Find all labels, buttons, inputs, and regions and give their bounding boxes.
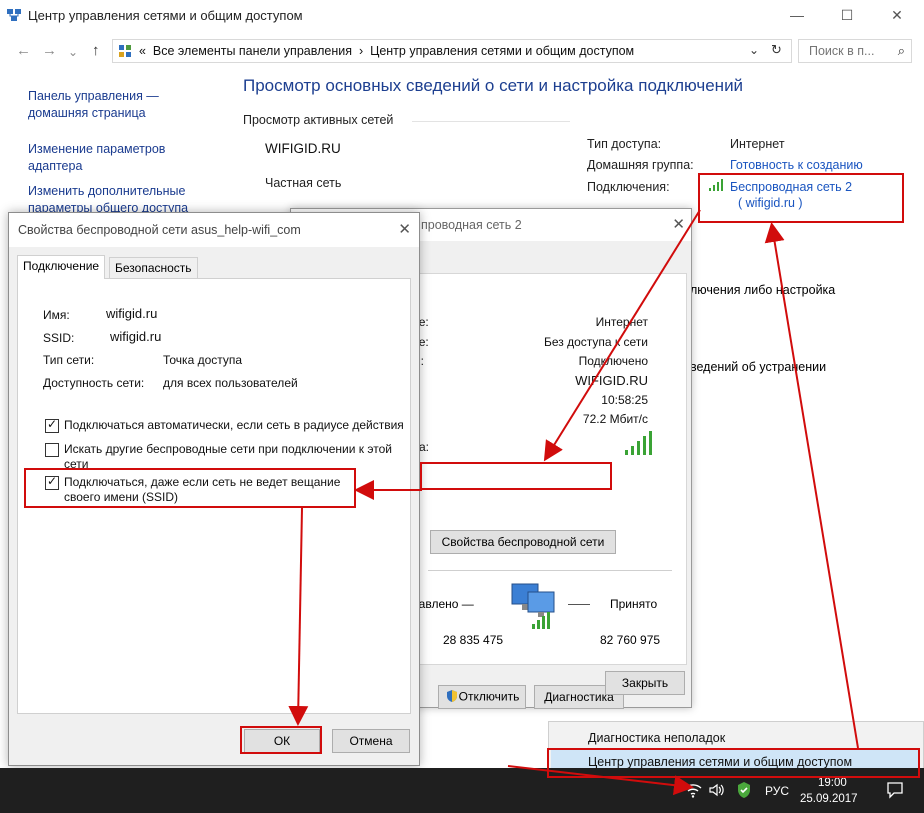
address-dropdown-icon[interactable]: ⌄ (749, 43, 759, 57)
disable-button-label: Отключить (458, 689, 520, 704)
homegroup-link[interactable]: Готовность к созданию (730, 158, 863, 172)
access-type-label: Тип доступа: (587, 137, 662, 151)
name-value: wifigid.ru (106, 306, 158, 321)
section-divider (412, 121, 570, 122)
control-panel-icon (118, 44, 132, 61)
ssid-label: SSID: (43, 331, 75, 345)
availability-value: для всех пользователей (163, 376, 298, 390)
homegroup-label: Домашняя группа: (587, 158, 694, 172)
activity-divider (428, 570, 672, 571)
search-input[interactable] (809, 41, 895, 61)
history-chevron-icon[interactable]: ⌄ (68, 45, 78, 59)
status-close-button[interactable]: Закрыть (605, 671, 685, 695)
status-row-value: Интернет (595, 315, 648, 329)
annotation-box-hidden-ssid (24, 468, 356, 508)
menu-item-troubleshoot[interactable]: Диагностика неполадок (588, 731, 725, 745)
network-center-icon (6, 7, 22, 26)
change-settings-text[interactable]: лючения либо настройка (690, 283, 835, 297)
close-button[interactable]: ✕ (882, 4, 912, 26)
props-dialog-titlebar: Свойства беспроводной сети asus_help-wif… (9, 213, 419, 247)
status-duration-value: 10:58:25 (601, 393, 648, 407)
network-type[interactable]: Частная сеть (265, 176, 341, 190)
arrow-to-connection (764, 222, 859, 749)
clock-time[interactable]: 19:00 (818, 777, 847, 789)
access-type-value: Интернет (730, 137, 785, 151)
troubleshoot-text[interactable]: ведений об устранении (690, 360, 826, 374)
tab-connection[interactable]: Подключение (17, 255, 106, 279)
breadcrumb-all-items[interactable]: Все элементы панели управления (153, 44, 352, 58)
ssid-value: wifigid.ru (110, 329, 162, 344)
maximize-button[interactable]: ☐ (832, 4, 862, 26)
checkmark-icon: ✓ (47, 417, 58, 431)
breadcrumb-arrow[interactable]: › (359, 44, 363, 58)
name-label: Имя: (43, 308, 70, 322)
volume-icon[interactable] (708, 782, 726, 801)
search-icon[interactable]: ⌕ (898, 43, 905, 59)
main-window-titlebar: Центр управления сетями и общим доступом… (0, 0, 924, 32)
search-box[interactable]: ⌕ (798, 39, 912, 63)
received-dash (568, 604, 590, 605)
refresh-icon[interactable]: ↻ (771, 42, 782, 58)
disable-button[interactable]: Отключить (438, 685, 526, 709)
availability-label: Доступность сети: (43, 376, 145, 390)
breadcrumb-separator: « (139, 44, 146, 58)
props-dialog-title: Свойства беспроводной сети asus_help-wif… (18, 223, 301, 237)
language-indicator[interactable]: РУС (765, 784, 789, 798)
left-link-adapter[interactable]: Изменение параметров адаптера (28, 141, 165, 175)
search-other-checkbox[interactable] (45, 443, 59, 457)
status-dialog-title: проводная сеть 2 (421, 218, 522, 232)
page-title: Просмотр основных сведений о сети и наст… (243, 76, 744, 95)
clock-date[interactable]: 25.09.2017 (800, 793, 858, 805)
forward-arrow-icon[interactable]: → (42, 42, 57, 59)
network-name: WIFIGID.RU (265, 141, 341, 156)
auto-connect-checkbox[interactable]: ✓ (45, 417, 59, 433)
network-computers-icon (508, 580, 564, 633)
status-ssid-value: WIFIGID.RU (575, 373, 648, 388)
up-arrow-icon[interactable]: ↑ (92, 42, 100, 59)
main-window-title: Центр управления сетями и общим доступом (28, 8, 303, 23)
status-row-value: Подключено (578, 354, 648, 368)
auto-connect-label[interactable]: Подключаться автоматически, если сеть в … (64, 418, 414, 433)
sent-label: равлено — (412, 597, 474, 611)
shield-icon (445, 689, 459, 706)
wifi-tray-icon[interactable] (684, 782, 702, 801)
network-type-value: Точка доступа (163, 353, 243, 367)
address-bar-row: ← → ⌄ ↑ « Все элементы панели управления… (0, 36, 924, 66)
status-row-value: Без доступа к сети (544, 335, 648, 349)
status-speed-value: 72.2 Мбит/с (582, 412, 648, 426)
annotation-box-menu-item (547, 748, 920, 778)
annotation-box-ok (240, 726, 322, 754)
address-box[interactable]: « Все элементы панели управления › Центр… (112, 39, 792, 63)
security-tray-icon[interactable] (736, 781, 752, 802)
left-link-home[interactable]: Панель управления — домашняя страница (28, 88, 159, 122)
back-arrow-icon[interactable]: ← (16, 42, 31, 59)
tab-security[interactable]: Безопасность (109, 257, 198, 279)
status-dialog-close-icon[interactable]: ✕ (672, 215, 685, 233)
received-bytes-value: 82 760 975 (600, 633, 661, 647)
signal-bars-icon (624, 430, 656, 459)
annotation-box-props-button (420, 462, 612, 490)
cancel-button[interactable]: Отмена (332, 729, 410, 753)
notifications-icon[interactable] (886, 781, 904, 802)
annotation-box-connection (698, 173, 904, 223)
connections-label: Подключения: (587, 180, 670, 194)
minimize-button[interactable]: — (782, 4, 812, 26)
wireless-properties-button[interactable]: Свойства беспроводной сети (430, 530, 616, 554)
props-dialog-close-icon[interactable]: ✕ (398, 220, 411, 238)
breadcrumb: « Все элементы панели управления › Центр… (139, 44, 634, 58)
active-networks-label: Просмотр активных сетей (243, 113, 394, 127)
network-type-label: Тип сети: (43, 353, 95, 367)
received-label: Принято (610, 597, 658, 611)
breadcrumb-network-center[interactable]: Центр управления сетями и общим доступом (370, 44, 634, 58)
sent-bytes-value: 28 835 475 (443, 633, 504, 647)
